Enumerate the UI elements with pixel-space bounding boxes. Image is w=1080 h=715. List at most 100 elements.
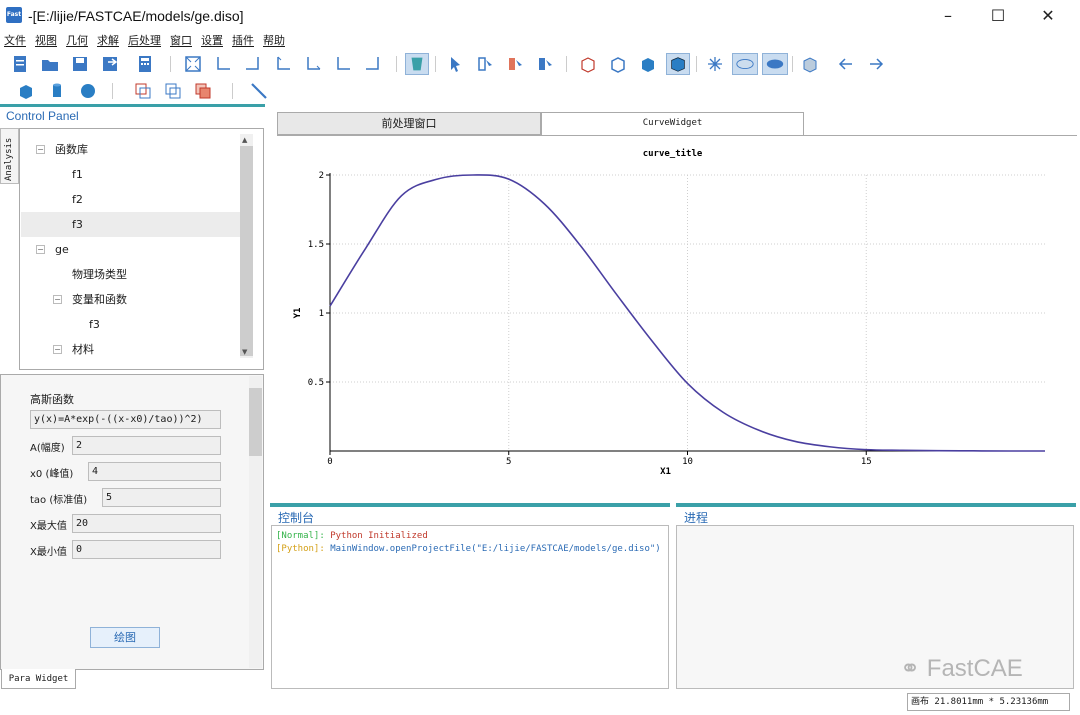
log-level-tag: [Normal]: — [276, 531, 325, 541]
tree-item-physics-type[interactable]: 物理场类型 — [21, 262, 241, 287]
para-widget-tab[interactable]: Para Widget — [1, 669, 76, 689]
solid-cube-icon[interactable] — [638, 54, 658, 74]
tree-item-f3[interactable]: f3 — [21, 212, 241, 237]
redo-icon[interactable] — [866, 54, 886, 74]
analysis-tab-label: Analysis — [4, 137, 14, 181]
menu-postprocess[interactable]: 后处理 — [128, 32, 161, 50]
fit-view-icon[interactable] — [183, 54, 203, 74]
log-level-tag: [Python]: — [276, 544, 325, 554]
console-output[interactable]: [Normal]: Python Initialized [Python]: M… — [271, 525, 669, 689]
tree-item-materials[interactable]: − 材料 — [21, 337, 241, 362]
menu-window[interactable]: 窗口 — [170, 32, 192, 50]
close-button[interactable]: ✕ — [1037, 5, 1059, 27]
log-message: MainWindow.openProjectFile("E:/lijie/FAS… — [330, 544, 661, 554]
tree-item-label: 物理场类型 — [72, 268, 127, 281]
y-tick-label: 1 — [319, 309, 324, 319]
tree-item-variables[interactable]: − 变量和函数 — [21, 287, 241, 312]
formula-field[interactable]: y(x)=A*exp(-((x-x0)/tao))^2) — [30, 410, 221, 429]
title-bar: Fast CAE -[E:/lijie/FASTCAE/models/ge.di… — [0, 0, 1080, 34]
curve-plot[interactable]: 0 5 10 15 0.5 1 1.5 2 curve_title X1 Y1 — [287, 145, 1057, 481]
menu-file[interactable]: 文件 — [4, 32, 26, 50]
menu-settings[interactable]: 设置 — [201, 32, 223, 50]
menu-solve[interactable]: 求解 — [97, 32, 119, 50]
line-tool-icon[interactable] — [249, 81, 269, 101]
x-tick-label: 0 — [327, 457, 332, 467]
cylinder-icon[interactable] — [47, 81, 67, 101]
tree-item-label: f3 — [72, 218, 83, 231]
boolean-common-icon[interactable] — [193, 81, 213, 101]
tree-item-ge[interactable]: − ge — [21, 237, 241, 262]
y-tick-label: 2 — [319, 171, 324, 181]
x-tick-label: 15 — [861, 457, 872, 467]
collapse-toggle[interactable]: − — [53, 295, 62, 304]
collapse-toggle[interactable]: − — [53, 345, 62, 354]
x-max-label: X最大值 — [30, 521, 67, 532]
boolean-cut-icon[interactable] — [163, 81, 183, 101]
boolean-union-icon[interactable] — [133, 81, 153, 101]
tao-field[interactable]: 5 — [102, 488, 221, 507]
tab-curve-widget[interactable]: CurveWidget — [541, 112, 804, 135]
mesh-solid-icon[interactable] — [762, 53, 788, 75]
plot-button[interactable]: 绘图 — [90, 627, 160, 648]
menu-help[interactable]: 帮助 — [263, 32, 285, 50]
amplitude-field[interactable]: 2 — [72, 436, 221, 455]
view-axis-xz-icon[interactable] — [273, 54, 293, 74]
main-toolbar — [0, 50, 1080, 78]
select-mesh-icon[interactable] — [535, 54, 555, 74]
x-min-field[interactable]: 0 — [72, 540, 221, 559]
tree-item-f2[interactable]: f2 — [21, 187, 241, 212]
mesh-nodes-icon[interactable] — [705, 54, 725, 74]
open-folder-icon[interactable] — [40, 54, 60, 74]
tree-item-label: 材料 — [72, 343, 94, 356]
menu-view[interactable]: 视图 — [35, 32, 57, 50]
wireframe-cube-icon[interactable] — [578, 54, 598, 74]
select-surface-icon[interactable] — [475, 54, 495, 74]
view-axis-zy-icon[interactable] — [363, 54, 383, 74]
y-tick-label: 0.5 — [308, 378, 324, 388]
outline-cube-icon[interactable] — [608, 54, 628, 74]
collapse-toggle[interactable]: − — [36, 145, 45, 154]
save-icon[interactable] — [70, 54, 90, 74]
view-axis-yz-icon[interactable] — [333, 54, 353, 74]
undo-icon[interactable] — [836, 54, 856, 74]
chart-svg: 0 5 10 15 0.5 1 1.5 2 curve_title X1 Y1 — [293, 148, 1046, 477]
console-line: [Normal]: Python Initialized — [276, 531, 428, 541]
scroll-down-icon[interactable]: ▼ — [242, 348, 247, 356]
export-icon[interactable] — [100, 54, 120, 74]
scroll-up-icon[interactable]: ▲ — [242, 136, 247, 144]
tree-item-function-library[interactable]: − 函数库 — [21, 137, 241, 162]
view-axis-xy-icon[interactable] — [213, 54, 233, 74]
tab-preprocess[interactable]: 前处理窗口 — [277, 112, 541, 135]
select-body-icon[interactable] — [505, 54, 525, 74]
tree-scrollbar-thumb[interactable] — [240, 146, 253, 356]
minimize-button[interactable]: – — [937, 5, 959, 27]
collapse-toggle[interactable]: − — [36, 245, 45, 254]
y-tick-label: 1.5 — [308, 240, 324, 250]
tree-item-label: 变量和函数 — [72, 293, 127, 306]
tree-item-label: 函数库 — [55, 143, 88, 156]
new-file-icon[interactable] — [10, 54, 30, 74]
console-line: [Python]: MainWindow.openProjectFile("E:… — [276, 544, 661, 554]
sphere-icon[interactable] — [78, 81, 98, 101]
view-axis-zx-icon[interactable] — [303, 54, 323, 74]
peak-field[interactable]: 4 — [88, 462, 221, 481]
select-pointer-icon[interactable] — [445, 54, 465, 74]
analysis-side-tab[interactable]: Analysis — [0, 128, 19, 184]
param-scrollbar-thumb[interactable] — [249, 388, 262, 456]
tree-item-f1[interactable]: f1 — [21, 162, 241, 187]
solid-edge-cube-icon[interactable] — [666, 53, 690, 75]
view-axis-yx-icon[interactable] — [243, 54, 263, 74]
watermark-text: FastCAE — [926, 655, 1023, 682]
mesh-surface-icon[interactable] — [732, 53, 758, 75]
menu-geometry[interactable]: 几何 — [66, 32, 88, 50]
watermark: ⚭ FastCAE — [900, 655, 1023, 682]
mesh-cube-icon[interactable] — [800, 54, 820, 74]
box-icon[interactable] — [16, 81, 36, 101]
maximize-button[interactable]: ☐ — [987, 5, 1009, 27]
menu-plugins[interactable]: 插件 — [232, 32, 254, 50]
calculator-icon[interactable] — [135, 54, 155, 74]
x-min-label: X最小值 — [30, 547, 67, 558]
tree-item-variables-f3[interactable]: f3 — [21, 312, 241, 337]
x-max-field[interactable]: 20 — [72, 514, 221, 533]
clear-selection-icon[interactable] — [405, 53, 429, 75]
